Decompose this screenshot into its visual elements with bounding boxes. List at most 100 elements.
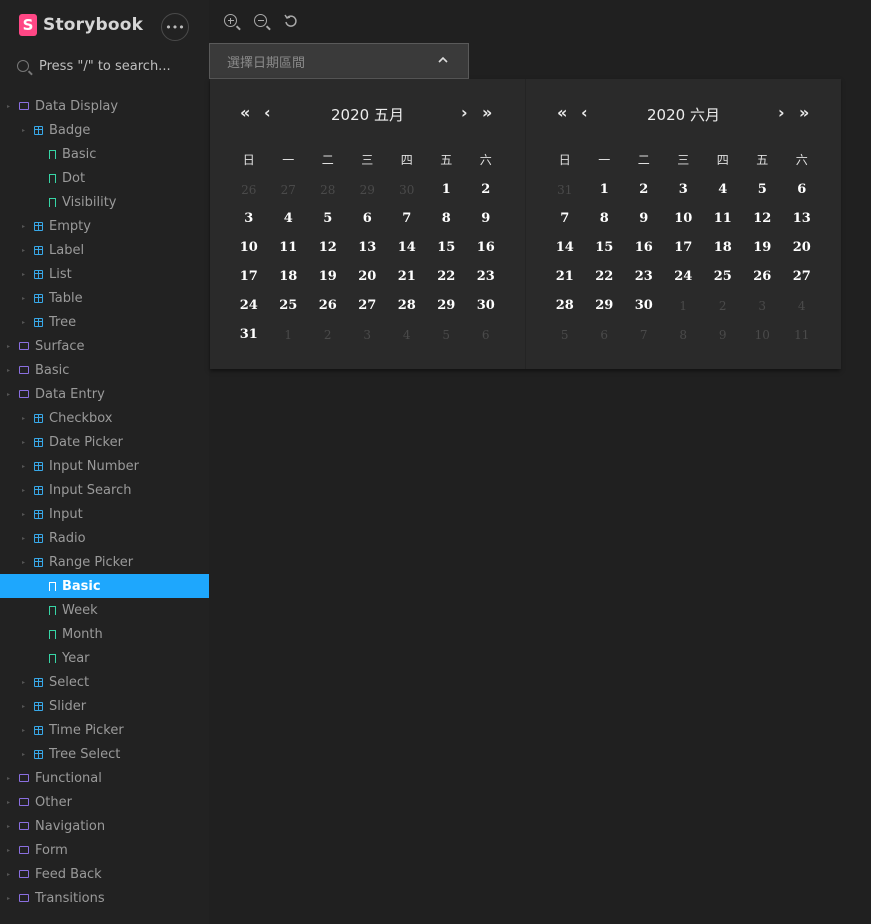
day-cell[interactable]: 27 [348, 298, 388, 313]
day-cell[interactable]: 9 [466, 211, 506, 226]
brand[interactable]: S Storybook [19, 14, 143, 36]
day-cell[interactable]: 31 [229, 327, 269, 342]
sidebar-item[interactable]: ▸ Basic [0, 358, 209, 382]
sidebar-item[interactable]: Basic [0, 574, 209, 598]
sidebar-item[interactable]: Dot [0, 166, 209, 190]
sidebar-item[interactable]: ▸ Other [0, 790, 209, 814]
day-cell[interactable]: 14 [387, 240, 427, 255]
day-cell[interactable]: 16 [466, 240, 506, 255]
day-cell[interactable]: 3 [229, 211, 269, 226]
day-cell[interactable]: 27 [782, 269, 822, 284]
sidebar-item[interactable]: ▸ Input [0, 502, 209, 526]
day-cell[interactable]: 12 [743, 211, 783, 226]
sidebar-item[interactable]: ▸ Tree [0, 310, 209, 334]
month-title[interactable]: 2020 六月 [526, 104, 841, 125]
day-cell[interactable]: 7 [624, 328, 664, 342]
day-cell[interactable]: 26 [229, 183, 269, 197]
zoom-out-icon[interactable] [254, 14, 272, 32]
day-cell[interactable]: 6 [585, 328, 625, 342]
sidebar-item[interactable]: ▸ Feed Back [0, 862, 209, 886]
zoom-in-icon[interactable] [224, 14, 242, 32]
day-cell[interactable]: 8 [585, 211, 625, 226]
day-cell[interactable]: 6 [466, 328, 506, 342]
sidebar-item[interactable]: ▸ Functional [0, 766, 209, 790]
day-cell[interactable]: 30 [466, 298, 506, 313]
day-cell[interactable]: 16 [624, 240, 664, 255]
day-cell[interactable]: 24 [229, 298, 269, 313]
sidebar-item[interactable]: ▸ Table [0, 286, 209, 310]
day-cell[interactable]: 23 [466, 269, 506, 284]
next-month-button[interactable]: › [461, 103, 468, 122]
day-cell[interactable]: 28 [387, 298, 427, 313]
reset-zoom-icon[interactable] [284, 14, 302, 32]
day-cell[interactable]: 29 [427, 298, 467, 313]
day-cell[interactable]: 4 [387, 328, 427, 342]
day-cell[interactable]: 11 [269, 240, 309, 255]
sidebar-item[interactable]: ▸ Select [0, 670, 209, 694]
day-cell[interactable]: 21 [545, 269, 585, 284]
day-cell[interactable]: 19 [308, 269, 348, 284]
day-cell[interactable]: 10 [743, 328, 783, 342]
day-cell[interactable]: 18 [703, 240, 743, 255]
day-cell[interactable]: 1 [585, 182, 625, 197]
day-cell[interactable]: 28 [545, 298, 585, 313]
day-cell[interactable]: 5 [427, 328, 467, 342]
day-cell[interactable]: 29 [585, 298, 625, 313]
day-cell[interactable]: 15 [585, 240, 625, 255]
chevron-up-icon[interactable] [438, 53, 448, 67]
day-cell[interactable]: 24 [664, 269, 704, 284]
day-cell[interactable]: 30 [387, 183, 427, 197]
sidebar-item[interactable]: ▸ Slider [0, 694, 209, 718]
day-cell[interactable]: 31 [545, 183, 585, 197]
sidebar-item[interactable]: ▸ Form [0, 838, 209, 862]
sidebar-item[interactable]: Year [0, 646, 209, 670]
menu-button[interactable]: ••• [161, 13, 189, 41]
sidebar-item[interactable]: ▸ Range Picker [0, 550, 209, 574]
sidebar-item[interactable]: ▸ Radio [0, 526, 209, 550]
day-cell[interactable]: 20 [348, 269, 388, 284]
day-cell[interactable]: 25 [269, 298, 309, 313]
day-cell[interactable]: 11 [703, 211, 743, 226]
day-cell[interactable]: 5 [308, 211, 348, 226]
day-cell[interactable]: 5 [743, 182, 783, 197]
sidebar-item[interactable]: Basic [0, 142, 209, 166]
sidebar-item[interactable]: Month [0, 622, 209, 646]
day-cell[interactable]: 17 [229, 269, 269, 284]
range-picker-input[interactable]: 選擇日期區間 [209, 43, 469, 79]
sidebar-item[interactable]: ▸ Badge [0, 118, 209, 142]
day-cell[interactable]: 10 [229, 240, 269, 255]
day-cell[interactable]: 4 [782, 299, 822, 313]
search-input[interactable]: Press "/" to search... [17, 56, 192, 76]
sidebar-item[interactable]: ▸ List [0, 262, 209, 286]
day-cell[interactable]: 28 [308, 183, 348, 197]
sidebar-item[interactable]: ▸ Checkbox [0, 406, 209, 430]
day-cell[interactable]: 30 [624, 298, 664, 313]
day-cell[interactable]: 26 [308, 298, 348, 313]
day-cell[interactable]: 6 [348, 211, 388, 226]
day-cell[interactable]: 22 [427, 269, 467, 284]
day-cell[interactable]: 15 [427, 240, 467, 255]
day-cell[interactable]: 20 [782, 240, 822, 255]
sidebar-item[interactable]: ▸ Input Search [0, 478, 209, 502]
day-cell[interactable]: 3 [743, 299, 783, 313]
sidebar-item[interactable]: Visibility [0, 190, 209, 214]
day-cell[interactable]: 2 [703, 299, 743, 313]
day-cell[interactable]: 18 [269, 269, 309, 284]
sidebar-item[interactable]: ▸ Input Number [0, 454, 209, 478]
day-cell[interactable]: 2 [624, 182, 664, 197]
day-cell[interactable]: 13 [782, 211, 822, 226]
next-month-button[interactable]: › [778, 103, 785, 122]
day-cell[interactable]: 1 [269, 328, 309, 342]
sidebar-item[interactable]: ▸ Label [0, 238, 209, 262]
day-cell[interactable]: 2 [308, 328, 348, 342]
sidebar-item[interactable]: ▸ Data Entry [0, 382, 209, 406]
day-cell[interactable]: 22 [585, 269, 625, 284]
sidebar-item[interactable]: ▸ Transitions [0, 886, 209, 910]
day-cell[interactable]: 12 [308, 240, 348, 255]
day-cell[interactable]: 14 [545, 240, 585, 255]
day-cell[interactable]: 2 [466, 182, 506, 197]
day-cell[interactable]: 4 [703, 182, 743, 197]
sidebar-item[interactable]: ▸ Navigation [0, 814, 209, 838]
sidebar-item[interactable]: ▸ Tree Select [0, 742, 209, 766]
day-cell[interactable]: 23 [624, 269, 664, 284]
